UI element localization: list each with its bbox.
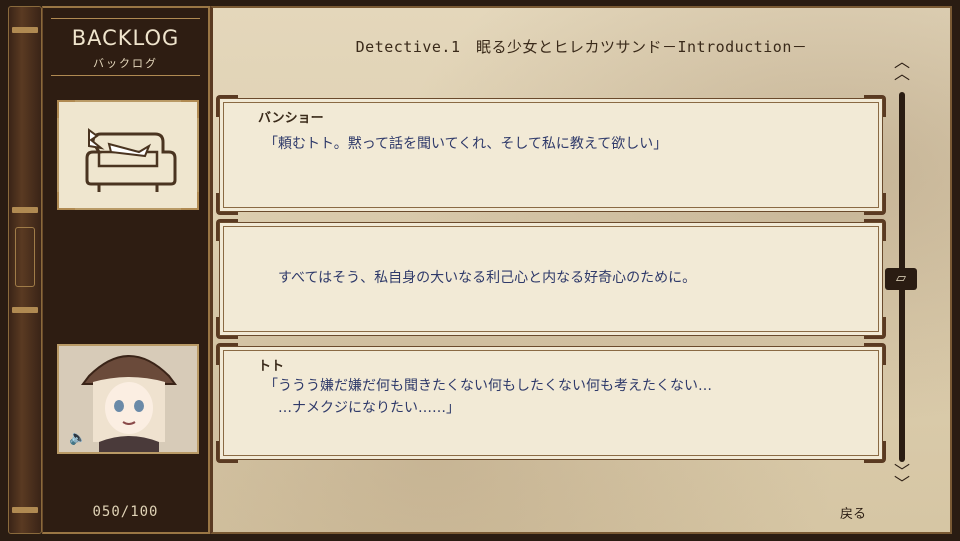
frame-corner: [57, 192, 75, 210]
frame-corner: [181, 192, 199, 210]
speaker-thumbnail-sofa: [57, 100, 199, 210]
frame-corner: [216, 95, 238, 117]
frame-corner: [216, 193, 238, 215]
speaker-name: バンショー: [258, 111, 324, 126]
backlog-title: BACKLOG: [71, 26, 180, 50]
spine-ornament: [15, 227, 35, 287]
backlog-entry[interactable]: すべてはそう、私自身の大いなる利己心と内なる好奇心のために。: [216, 219, 886, 339]
page-counter: 050/100: [92, 504, 159, 520]
voice-replay-speaker-icon[interactable]: 🔈: [69, 430, 89, 446]
frame-corner: [216, 219, 238, 241]
book-spine: [8, 6, 42, 534]
dialogue-text: 「頼むトト。黙って話を聞いてくれ、そして私に教えて欲しい」: [264, 136, 668, 152]
narration-text: すべてはそう、私自身の大いなる利己心と内なる好奇心のために。: [278, 270, 697, 286]
back-button[interactable]: 戻る: [840, 503, 866, 522]
speaker-name: トト: [258, 359, 285, 374]
backlog-sidebar: BACKLOG バックログ 🔈 050/100: [42, 6, 210, 534]
frame-corner: [216, 441, 238, 463]
spine-band: [12, 307, 38, 313]
frame-corner: [864, 193, 886, 215]
frame-corner: [864, 441, 886, 463]
backlog-page: Detective.1 眠る少女とヒレカツサンド－Introduction－ バ…: [210, 6, 952, 534]
spine-band: [12, 27, 38, 33]
frame-corner: [864, 343, 886, 365]
spine-band: [12, 507, 38, 513]
backlog-subtitle: バックログ: [93, 57, 158, 70]
backlog-entry[interactable]: トト 「ううう嫌だ嫌だ何も聞きたくない何もしたくない何も考えたくない… …ナメク…: [216, 343, 886, 463]
frame-corner: [57, 100, 75, 118]
frame-corner: [216, 343, 238, 365]
backlog-entry[interactable]: バンショー 「頼むトト。黙って話を聞いてくれ、そして私に教えて欲しい」: [216, 95, 886, 215]
double-chevron-up-icon[interactable]: ︿ ︿: [890, 54, 914, 82]
frame-corner: [864, 95, 886, 117]
chapter-title: Detective.1 眠る少女とヒレカツサンド－Introduction－: [355, 38, 808, 56]
backlog-screen: BACKLOG バックログ 🔈 050/100 Detective.1 眠る少女…: [0, 0, 960, 541]
frame-corner: [181, 100, 199, 118]
frame-corner: [864, 317, 886, 339]
book-icon[interactable]: ▱: [885, 268, 917, 290]
frame-corner: [216, 317, 238, 339]
frame-corner: [864, 219, 886, 241]
speaker-portrait-toto: 🔈: [57, 344, 199, 454]
double-chevron-down-icon[interactable]: ﹀ ﹀: [890, 464, 914, 492]
dialogue-text: 「ううう嫌だ嫌だ何も聞きたくない何もしたくない何も考えたくない… …ナメクジにな…: [264, 378, 712, 416]
sofa-icon: [59, 102, 197, 208]
spine-band: [12, 207, 38, 213]
